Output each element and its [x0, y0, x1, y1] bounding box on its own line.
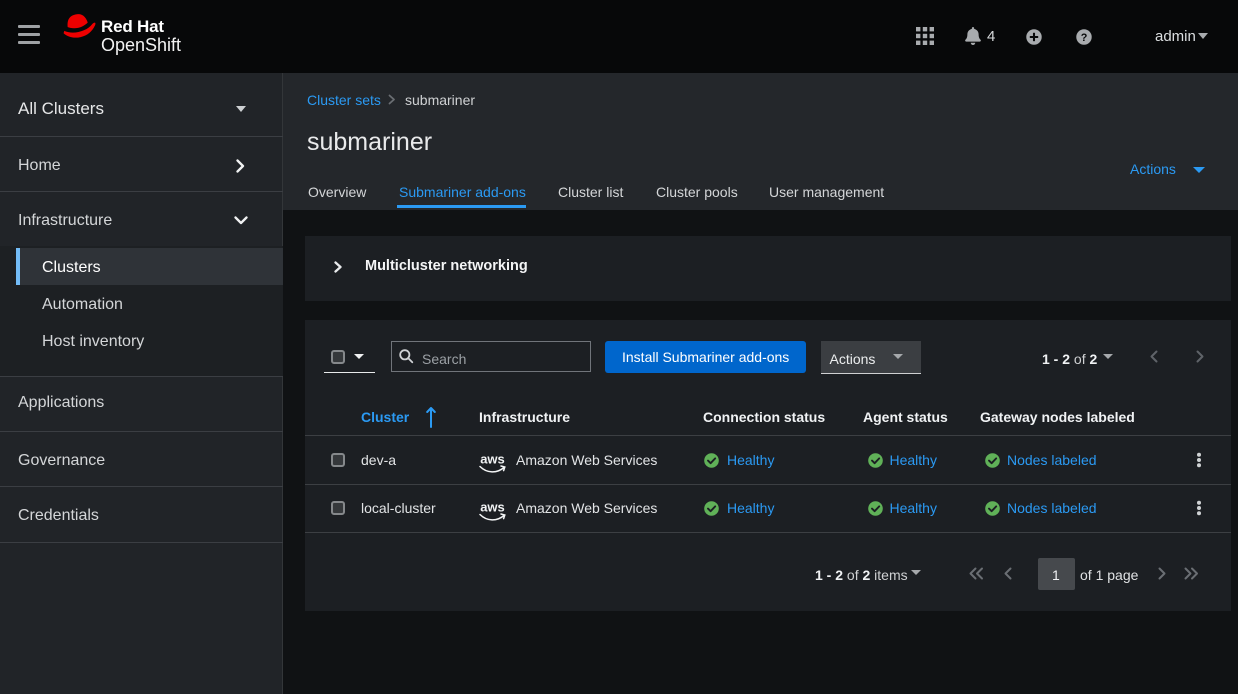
svg-text:?: ?	[1081, 31, 1088, 43]
svg-text:aws: aws	[480, 453, 505, 467]
svg-text:aws: aws	[480, 501, 505, 515]
